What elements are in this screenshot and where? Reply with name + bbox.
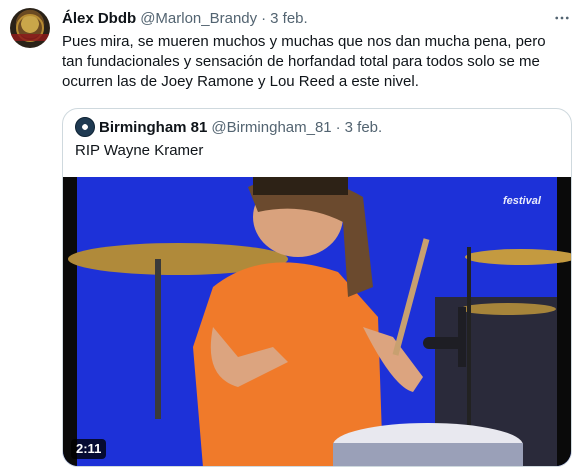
- display-name[interactable]: Álex Dbdb: [62, 10, 136, 27]
- tweet-text-line: ocurren las de Joey Ramone y Lou Reed a …: [62, 73, 419, 90]
- more-horizontal-icon: [555, 16, 569, 20]
- tweet-text: Pues mira, se mueren muchos y muchas que…: [62, 32, 572, 92]
- video-duration-badge: 2:11: [71, 439, 107, 459]
- user-handle[interactable]: @Marlon_Brandy: [140, 10, 257, 27]
- quoted-avatar[interactable]: [75, 117, 95, 137]
- tweet-header: Álex Dbdb @Marlon_Brandy · 3 feb.: [62, 8, 308, 28]
- quoted-display-name[interactable]: Birmingham 81: [99, 119, 207, 136]
- quoted-timestamp[interactable]: 3 feb.: [345, 119, 383, 136]
- avatar-stripe: [10, 34, 50, 41]
- tweet[interactable]: Álex Dbdb @Marlon_Brandy · 3 feb. Pues m…: [0, 0, 579, 471]
- separator: ·: [261, 9, 267, 27]
- avatar[interactable]: [10, 8, 50, 48]
- timestamp[interactable]: 3 feb.: [270, 10, 308, 27]
- video-watermark: festival: [503, 195, 541, 207]
- more-options-button[interactable]: [552, 8, 572, 28]
- tweet-text-line: Pues mira, se mueren muchos y muchas que…: [62, 33, 546, 50]
- tweet-text-line: tan fundacionales y sensación de horfand…: [62, 53, 540, 70]
- quoted-tweet-text: RIP Wayne Kramer: [75, 142, 204, 159]
- quoted-user-handle[interactable]: @Birmingham_81: [211, 119, 331, 136]
- quoted-tweet[interactable]: Birmingham 81 @Birmingham_81 · 3 feb. RI…: [62, 108, 572, 467]
- quoted-tweet-header: Birmingham 81 @Birmingham_81 · 3 feb.: [75, 117, 382, 137]
- video-frame: [63, 177, 571, 466]
- quoted-separator: ·: [335, 118, 341, 136]
- video-player[interactable]: festival 2:11: [63, 177, 571, 466]
